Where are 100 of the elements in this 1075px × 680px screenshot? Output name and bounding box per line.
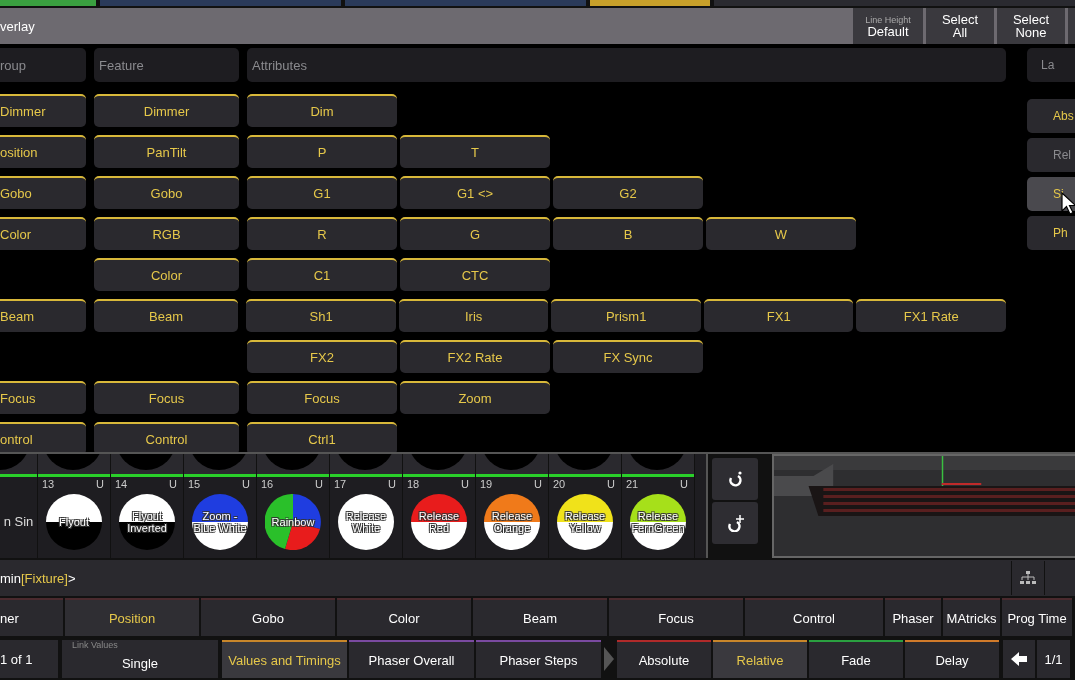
attribute-cell[interactable]: P bbox=[247, 135, 397, 168]
feature-cell[interactable]: Color bbox=[94, 258, 239, 291]
attribute-cell[interactable]: CTC bbox=[400, 258, 550, 291]
title-bar-button[interactable]: Select All bbox=[926, 8, 994, 44]
preset-disc[interactable]: Rainbow bbox=[265, 493, 321, 550]
attribute-cell[interactable]: Sh1 bbox=[246, 299, 396, 332]
preset-number: 17 bbox=[334, 478, 347, 491]
rotate-button[interactable] bbox=[712, 458, 758, 500]
attribute-cell[interactable]: G1 <> bbox=[400, 176, 550, 209]
feature-cell[interactable]: RGB bbox=[94, 217, 239, 250]
attribute-cell[interactable]: FX2 bbox=[247, 340, 397, 373]
cursor-icon bbox=[1061, 192, 1075, 216]
attribute-cell[interactable]: Zoom bbox=[400, 381, 550, 414]
preset-number: 18 bbox=[407, 478, 420, 491]
preset-number: 14 bbox=[115, 478, 128, 491]
title-bar-button[interactable]: Select None bbox=[997, 8, 1065, 44]
status-letter: U bbox=[534, 478, 542, 491]
status-letter: U bbox=[607, 478, 615, 491]
feature-cell[interactable]: Dimmer bbox=[94, 94, 239, 127]
preset-tab[interactable]: Prog Time bbox=[1002, 598, 1072, 636]
mode-tab[interactable]: Values and Timings bbox=[222, 640, 347, 678]
link-values-dropdown[interactable]: Link Values Single bbox=[62, 640, 218, 678]
group-cell[interactable]: Color bbox=[0, 217, 86, 250]
group-cell[interactable]: ontrol bbox=[0, 422, 86, 452]
status-letter: U bbox=[680, 478, 688, 491]
arrow-icon bbox=[603, 645, 615, 673]
status-letter: U bbox=[461, 478, 469, 491]
window-title: verlay bbox=[0, 18, 36, 34]
network-icon bbox=[1020, 571, 1036, 585]
layer-tab[interactable]: Delay bbox=[905, 640, 999, 678]
group-cell[interactable]: osition bbox=[0, 135, 86, 168]
left-arrow-icon bbox=[1011, 652, 1027, 666]
layer-tab[interactable]: Fade bbox=[809, 640, 903, 678]
preset-tab[interactable]: Color bbox=[337, 598, 471, 636]
preset-tab[interactable]: Focus bbox=[609, 598, 743, 636]
attribute-cell[interactable]: R bbox=[247, 217, 397, 250]
line-height-dropdown[interactable]: Line Height Default bbox=[853, 8, 923, 44]
preset-label[interactable]: n Sin bbox=[3, 514, 34, 529]
panel-header: La bbox=[1027, 48, 1075, 82]
attribute-cell[interactable]: FX2 Rate bbox=[400, 340, 550, 373]
attribute-cell[interactable]: Focus bbox=[247, 381, 397, 414]
preset-number: 19 bbox=[480, 478, 493, 491]
attribute-cell[interactable]: C1 bbox=[247, 258, 397, 291]
attribute-cell[interactable]: W bbox=[706, 217, 856, 250]
group-cell[interactable]: Gobo bbox=[0, 176, 86, 209]
group-cell[interactable]: Focus bbox=[0, 381, 86, 414]
status-letter: U bbox=[315, 478, 323, 491]
column-header: roup bbox=[0, 48, 86, 82]
attribute-cell[interactable]: Iris bbox=[398, 299, 549, 332]
feature-cell[interactable]: Focus bbox=[94, 381, 239, 414]
preset-disc[interactable]: Release FernGreen bbox=[630, 493, 686, 550]
feature-cell[interactable]: Gobo bbox=[94, 176, 239, 209]
preset-disc[interactable]: Release Red bbox=[411, 493, 467, 550]
mode-tab[interactable]: Phaser Overall bbox=[349, 640, 474, 678]
mode-tab[interactable]: Phaser Steps bbox=[476, 640, 601, 678]
preset-tab[interactable]: Phaser bbox=[885, 598, 941, 636]
attribute-cell[interactable]: Ctrl1 bbox=[247, 422, 397, 452]
attribute-cell[interactable]: G1 bbox=[247, 176, 397, 209]
back-button[interactable] bbox=[1003, 640, 1035, 678]
attribute-cell[interactable]: G bbox=[400, 217, 550, 250]
preset-disc[interactable]: Release Yellow bbox=[557, 493, 613, 550]
preset-tab[interactable]: Control bbox=[745, 598, 883, 636]
status-letter: U bbox=[388, 478, 396, 491]
attribute-cell[interactable]: B bbox=[553, 217, 703, 250]
preset-number: 20 bbox=[553, 478, 566, 491]
attribute-cell[interactable]: FX1 bbox=[703, 299, 854, 332]
preset-disc[interactable]: Flyout Inverted bbox=[119, 493, 175, 550]
feature-cell[interactable]: Beam bbox=[93, 299, 239, 332]
rotate-move-icon bbox=[726, 514, 744, 532]
layer-button[interactable]: Rel bbox=[1027, 138, 1075, 172]
preset-tab[interactable]: Beam bbox=[473, 598, 607, 636]
preset-tab[interactable]: ner bbox=[0, 598, 63, 636]
preset-number: 16 bbox=[261, 478, 274, 491]
group-cell[interactable]: Dimmer bbox=[0, 94, 86, 127]
preset-disc[interactable]: Release White bbox=[338, 493, 394, 550]
preset-tab[interactable]: MAtricks bbox=[943, 598, 1000, 636]
status-letter: U bbox=[169, 478, 177, 491]
attribute-cell[interactable]: Dim bbox=[247, 94, 397, 127]
attribute-cell[interactable]: FX1 Rate bbox=[856, 299, 1007, 332]
rotate-move-button[interactable] bbox=[712, 502, 758, 544]
preset-tab[interactable]: Gobo bbox=[201, 598, 335, 636]
layer-tab[interactable]: Absolute bbox=[617, 640, 711, 678]
attribute-cell[interactable]: Prism1 bbox=[551, 299, 701, 332]
network-button[interactable] bbox=[1011, 561, 1045, 595]
layer-button[interactable]: Abs bbox=[1027, 99, 1075, 133]
attribute-cell[interactable]: G2 bbox=[553, 176, 703, 209]
page-indicator[interactable]: 1/1 bbox=[1037, 640, 1070, 678]
feature-cell[interactable]: PanTilt bbox=[94, 135, 239, 168]
preset-number: 13 bbox=[42, 478, 55, 491]
preset-tab[interactable]: Position bbox=[65, 598, 199, 636]
layer-tab[interactable]: Relative bbox=[713, 640, 807, 678]
group-cell[interactable]: Beam bbox=[0, 299, 86, 332]
layer-button[interactable]: Ph bbox=[1027, 216, 1075, 250]
preset-number: 21 bbox=[626, 478, 639, 491]
attribute-cell[interactable]: T bbox=[400, 135, 550, 168]
preset-disc[interactable]: Zoom - Blue White bbox=[192, 493, 248, 550]
attribute-cell[interactable]: FX Sync bbox=[553, 340, 703, 373]
page-button[interactable]: 1 of 1 bbox=[0, 640, 58, 678]
feature-cell[interactable]: Control bbox=[94, 422, 239, 452]
preset-disc[interactable]: Release Orange bbox=[484, 493, 540, 550]
